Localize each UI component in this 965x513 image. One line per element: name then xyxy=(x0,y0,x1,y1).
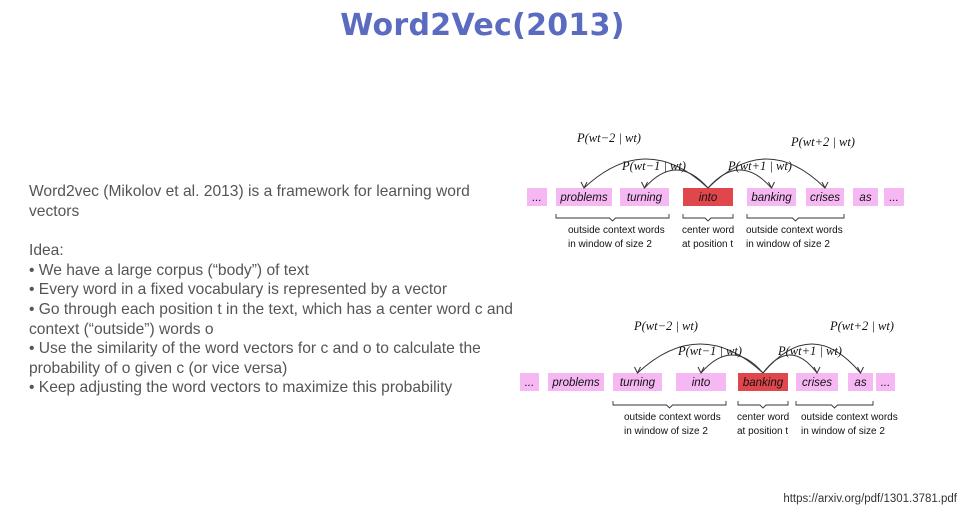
word-label: banking xyxy=(743,377,784,389)
word-label: into xyxy=(699,192,718,204)
context-caption: outside context words xyxy=(624,412,721,423)
word-label: ... xyxy=(525,377,535,389)
context-word-box: ... xyxy=(520,373,539,391)
word-label: problems xyxy=(551,377,600,389)
group-bracket xyxy=(682,214,734,222)
context-word-box: banking xyxy=(747,188,796,206)
word-label: turning xyxy=(620,377,656,389)
context-caption: in window of size 2 xyxy=(746,239,830,250)
context-word-box: ... xyxy=(527,188,547,206)
context-caption: in window of size 2 xyxy=(568,239,652,250)
center-word-box: into xyxy=(683,188,733,206)
word-label: turning xyxy=(627,192,663,204)
context-word-box: problems xyxy=(548,373,604,391)
word-label: banking xyxy=(751,192,792,204)
context-word-box: problems xyxy=(556,188,612,206)
context-word-box: as xyxy=(848,373,873,391)
context-word-box: into xyxy=(676,373,726,391)
probability-label: P(wt−2 | wt) xyxy=(576,131,641,145)
probability-label: P(wt−1 | wt) xyxy=(677,344,742,358)
group-bracket xyxy=(612,401,727,409)
context-word-box: turning xyxy=(613,373,662,391)
group-bracket xyxy=(746,214,845,222)
probability-label: P(wt+1 | wt) xyxy=(777,344,842,358)
context-caption: in window of size 2 xyxy=(801,426,885,437)
word-label: ... xyxy=(889,192,899,204)
word-label: into xyxy=(692,377,711,389)
probability-label: P(wt−2 | wt) xyxy=(633,319,698,333)
context-word-box: as xyxy=(853,188,878,206)
center-word-caption: center word xyxy=(682,225,734,236)
context-caption: outside context words xyxy=(801,412,898,423)
arrowhead xyxy=(580,181,588,190)
group-bracket xyxy=(555,214,670,222)
word-label: as xyxy=(854,377,866,389)
center-word-caption: at position t xyxy=(682,239,733,250)
context-caption: outside context words xyxy=(568,225,665,236)
word2vec-diagrams: ... problems turning into banking crises as...… xyxy=(520,131,904,437)
word-label: ... xyxy=(532,192,542,204)
center-word-box: banking xyxy=(738,373,788,391)
probability-label: P(wt+2 | wt) xyxy=(829,319,894,333)
context-word-box: crises xyxy=(806,188,844,206)
word-label: as xyxy=(859,192,871,204)
context-caption: outside context words xyxy=(746,225,843,236)
group-bracket xyxy=(737,401,789,409)
diagram-center-into: ... problems turning into banking crises as...… xyxy=(527,131,904,250)
context-word-box: ... xyxy=(884,188,904,206)
group-bracket xyxy=(795,401,874,409)
word-label: problems xyxy=(559,192,608,204)
source-url: https://arxiv.org/pdf/1301.3781.pdf xyxy=(783,493,957,505)
diagram-center-banking: ... problems turning into banking crises as...… xyxy=(520,319,898,437)
context-caption: in window of size 2 xyxy=(624,426,708,437)
center-word-caption: center word xyxy=(737,412,789,423)
arrowhead xyxy=(821,181,829,190)
context-word-box: turning xyxy=(620,188,669,206)
word-label: crises xyxy=(810,192,840,204)
arrowhead xyxy=(634,366,641,375)
context-word-box: ... xyxy=(876,373,895,391)
probability-label: P(wt−1 | wt) xyxy=(621,159,686,173)
word-label: ... xyxy=(881,377,891,389)
center-word-caption: at position t xyxy=(737,426,788,437)
probability-label: P(wt+2 | wt) xyxy=(790,135,855,149)
word-label: crises xyxy=(802,377,832,389)
context-word-box: crises xyxy=(796,373,838,391)
